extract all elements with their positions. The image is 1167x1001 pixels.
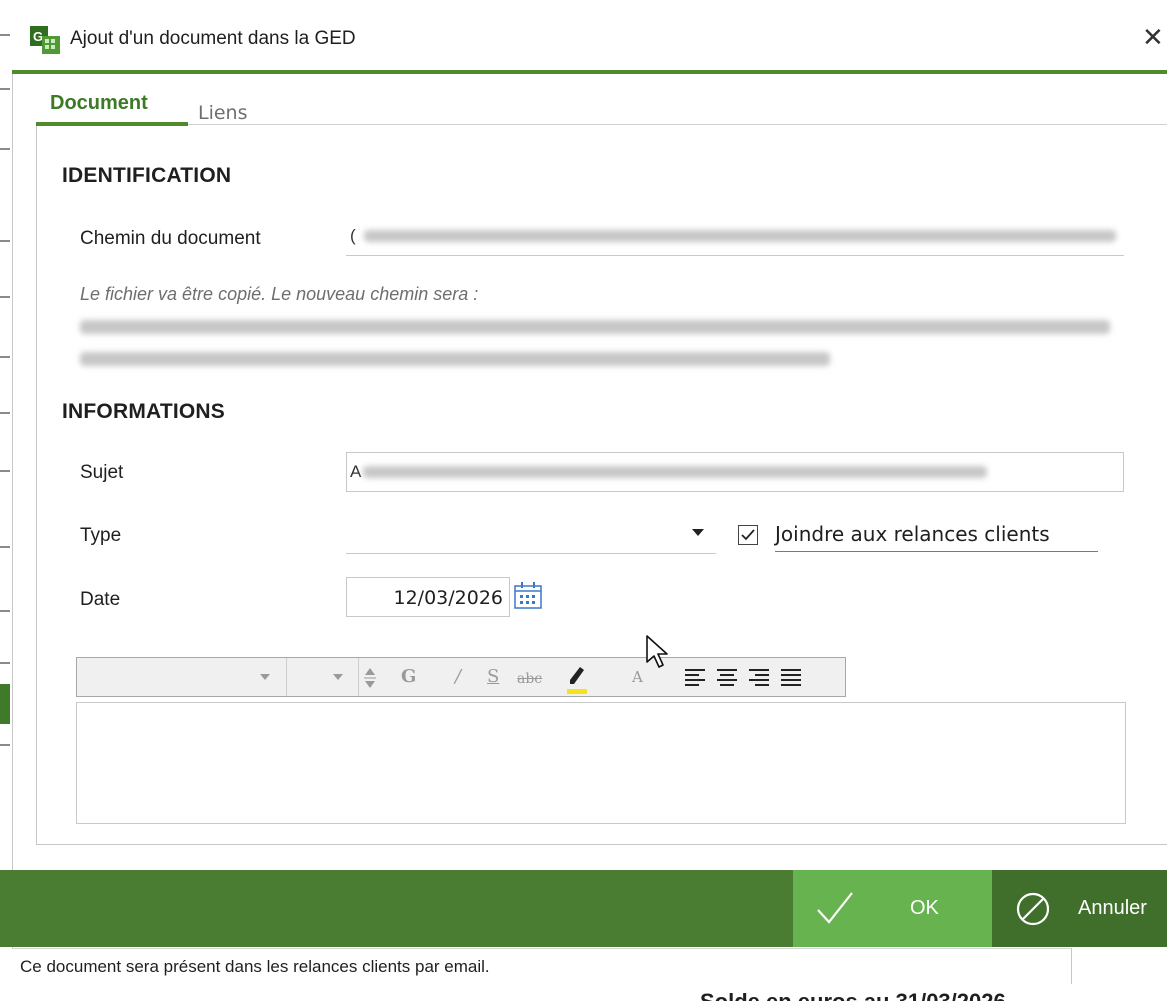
tab-document[interactable]: Document	[50, 92, 148, 115]
chevron-down-icon	[260, 674, 270, 680]
attach-reminders-focus-underline	[775, 551, 1098, 552]
ok-button[interactable]: OK	[793, 870, 992, 947]
font-size-select[interactable]	[287, 658, 359, 696]
notes-editor[interactable]	[76, 702, 1126, 824]
path-label: Chemin du document	[80, 228, 261, 249]
date-input[interactable]: 12/03/2026	[346, 577, 510, 617]
cancel-label: Annuler	[1078, 897, 1147, 919]
informations-heading: INFORMATIONS	[62, 400, 225, 423]
ok-label: OK	[910, 897, 939, 919]
copy-notice: Le fichier va être copié. Le nouveau che…	[80, 284, 479, 304]
chevron-down-icon	[333, 674, 343, 680]
tab-liens[interactable]: Liens	[198, 102, 248, 124]
cancel-button[interactable]: Annuler	[992, 870, 1167, 947]
mouse-pointer-icon	[645, 634, 671, 675]
align-right-icon[interactable]	[749, 667, 769, 687]
rich-text-toolbar: G / S abc A	[76, 657, 846, 697]
subject-label: Sujet	[80, 462, 124, 483]
font-family-select[interactable]	[77, 658, 287, 696]
close-icon[interactable]: ✕	[1142, 24, 1164, 50]
background-app-strip	[0, 0, 12, 1001]
align-left-icon[interactable]	[685, 667, 705, 687]
italic-button[interactable]: /	[455, 666, 461, 688]
font-color-button[interactable]: A	[632, 666, 643, 688]
underline-button[interactable]: S	[487, 666, 499, 688]
date-value: 12/03/2026	[393, 587, 503, 609]
type-select[interactable]	[346, 514, 716, 554]
path-value: (	[350, 226, 356, 245]
subject-input[interactable]: A	[346, 452, 1124, 492]
font-size-stepper-icon[interactable]	[363, 664, 377, 692]
svg-text:G: G	[33, 29, 43, 44]
check-icon	[817, 892, 853, 924]
subject-value: A	[350, 462, 362, 481]
bold-button[interactable]: G	[401, 666, 416, 688]
background-balance-text: Solde en euros au 31/03/2026	[700, 984, 1006, 1001]
tab-strip-divider	[188, 124, 1167, 125]
cancel-icon	[1016, 892, 1050, 926]
calendar-icon[interactable]	[512, 580, 544, 612]
date-label: Date	[80, 589, 121, 610]
attach-reminders-label[interactable]: Joindre aux relances clients	[775, 522, 1050, 546]
path-input[interactable]: (	[346, 216, 1124, 256]
ged-app-icon: G	[30, 26, 60, 54]
highlight-pen-icon[interactable]	[565, 665, 589, 695]
attach-reminders-checkbox[interactable]	[738, 525, 758, 545]
type-label: Type	[80, 525, 122, 546]
status-bar: Ce document sera présent dans les relanc…	[12, 948, 1072, 984]
identification-heading: IDENTIFICATION	[62, 164, 232, 187]
dialog-title: Ajout d'un document dans la GED	[70, 28, 356, 49]
title-accent-bar	[12, 70, 1167, 74]
chevron-down-icon[interactable]	[692, 529, 704, 536]
align-center-icon[interactable]	[717, 667, 737, 687]
align-justify-icon[interactable]	[781, 667, 801, 687]
strikethrough-button[interactable]: abc	[517, 668, 542, 690]
status-text: Ce document sera présent dans les relanc…	[20, 957, 490, 976]
new-path-text	[80, 314, 1120, 378]
